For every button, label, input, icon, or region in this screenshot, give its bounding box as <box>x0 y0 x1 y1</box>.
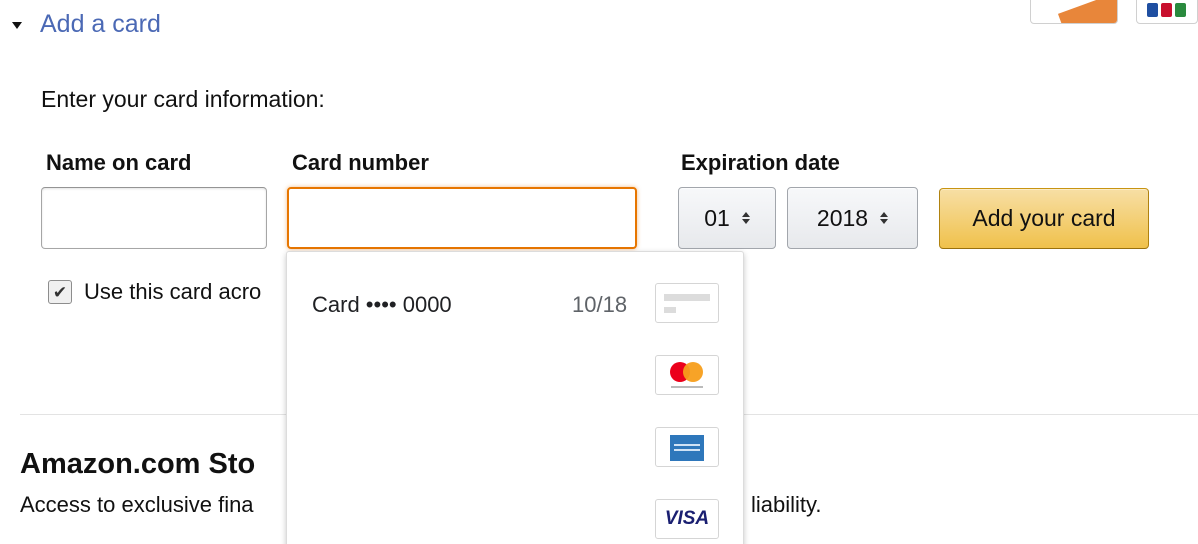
suggestion-expiration: 10/18 <box>572 292 628 317</box>
jcb-logo-icon <box>1136 0 1198 24</box>
use-card-checkbox[interactable]: ✔ <box>48 280 72 304</box>
expiration-month-value: 01 <box>704 204 730 231</box>
add-card-link[interactable]: Add a card <box>40 10 161 39</box>
mastercard-icon <box>655 355 719 395</box>
generic-card-icon <box>655 283 719 323</box>
visa-icon: VISA <box>655 499 719 539</box>
expiration-year-value: 2018 <box>816 204 869 231</box>
card-number-input[interactable] <box>287 187 637 249</box>
select-arrows-icon <box>741 212 750 224</box>
autofill-dropdown: Card •••• 0000 10/18 VISA <box>286 251 744 544</box>
add-your-card-button[interactable]: Add your card <box>939 188 1149 249</box>
accepted-card-logos <box>1030 0 1198 24</box>
expiration-month-select[interactable]: 01 <box>678 187 776 249</box>
use-card-checkbox-row[interactable]: ✔ Use this card acro <box>48 279 261 305</box>
amex-icon <box>655 427 719 467</box>
card-brand-logo-icon <box>1030 0 1118 24</box>
store-card-description-end: liability. <box>751 492 822 517</box>
name-on-card-input[interactable] <box>41 187 267 249</box>
store-card-description: Access to exclusive fina <box>20 492 254 517</box>
caret-down-icon <box>12 21 22 29</box>
name-on-card-label: Name on card <box>46 150 192 175</box>
suggestion-card-label: Card •••• 0000 <box>312 292 452 317</box>
expiration-year-select[interactable]: 2018 <box>787 187 918 249</box>
select-arrows-icon <box>880 212 889 224</box>
expiration-date-label: Expiration date <box>681 150 840 175</box>
card-info-heading: Enter your card information: <box>41 86 325 112</box>
add-card-toggle[interactable]: Add a card <box>12 8 161 40</box>
card-number-label: Card number <box>292 150 429 175</box>
store-card-title: Amazon.com Sto <box>20 448 256 480</box>
use-card-checkbox-label: Use this card acro <box>84 279 262 304</box>
